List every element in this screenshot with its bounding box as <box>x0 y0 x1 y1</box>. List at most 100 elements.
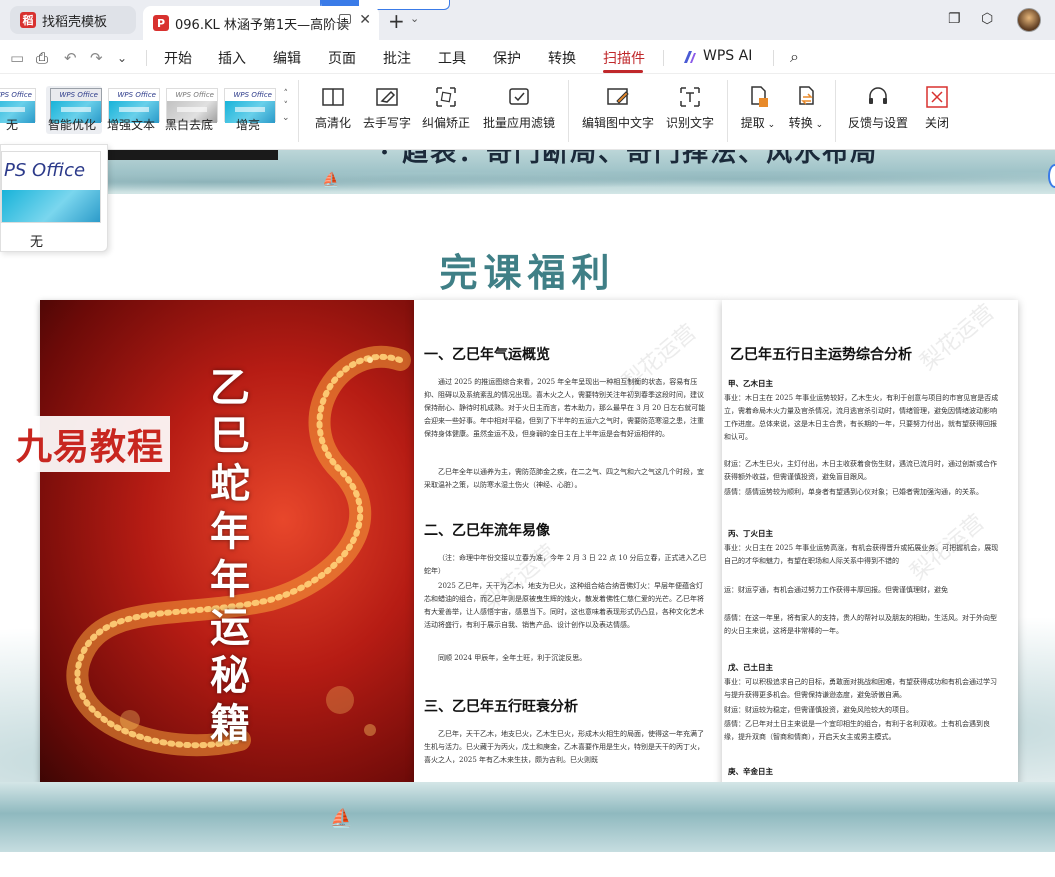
batch-filter-label: 批量应用滤镜 <box>482 116 555 130</box>
extract-icon <box>751 86 768 107</box>
document-page-3: 梨花运营 梨花运营 乙巳年五行日主运势综合分析 甲、乙木日主 事业：木日主在 2… <box>722 300 1018 788</box>
menu-start[interactable]: 开始 <box>164 48 192 68</box>
menu-convert[interactable]: 转换 <box>548 48 576 68</box>
filter-preview-label: 无 <box>30 235 44 250</box>
filter-smart-label[interactable]: 智能优化 <box>48 116 96 133</box>
ocr-icon <box>680 87 700 107</box>
redo-icon[interactable]: ↷ <box>90 49 103 67</box>
filter-brighten-label[interactable]: 增亮 <box>236 116 260 133</box>
print-icon[interactable]: ⎙ <box>36 49 48 67</box>
feedback-button[interactable]: 反馈与设置 <box>846 84 910 131</box>
close-icon <box>926 86 948 108</box>
section-title: 二、乙巳年流年易像 <box>424 523 550 539</box>
tab-bar: 稻 找稻壳模板 P 096.KL 林涵予第1天—高阶读 ✕ + ⌄ ❐ ⬡ <box>0 0 1055 40</box>
extract-button[interactable]: 提取 ⌄ <box>738 84 778 131</box>
menu-edit[interactable]: 编辑 <box>273 48 301 68</box>
wave-decoration <box>0 164 1055 194</box>
paragraph: 通过 2025 的推运图综合来看，2025 年全年呈现出一种相互制衡的状态，容易… <box>424 378 706 438</box>
page-heading: 完课福利 <box>439 250 616 295</box>
convert-icon <box>799 86 814 105</box>
document-view[interactable]: · 趋表：奇门断局、奇门择法、风水布局 ⛵ 完课福利 乙巳蛇年年运秘籍 九易教程… <box>0 150 1055 852</box>
deskew-button[interactable]: 纠偏矫正 <box>421 84 471 131</box>
section-title: 三、乙巳年五行旺衰分析 <box>424 699 578 715</box>
search-icon[interactable]: ⌕ <box>790 47 799 67</box>
save-icon[interactable]: ▭ <box>10 49 24 67</box>
undo-icon[interactable]: ↶ <box>64 49 77 67</box>
feedback-label: 反馈与设置 <box>847 116 908 130</box>
document-page-2: 梨花运营 梨花运营 一、乙巳年气运概览 通过 2025 的推运图综合来看，202… <box>414 300 722 788</box>
new-tab-icon[interactable]: + <box>388 9 405 33</box>
edit-image-text-button[interactable]: 编辑图中文字 <box>581 84 655 131</box>
filter-none-label[interactable]: 无 <box>6 116 18 133</box>
subheading: 庚、辛金日主 <box>728 767 773 776</box>
hd-button[interactable]: 高清化 <box>313 84 353 131</box>
menu-protect[interactable]: 保护 <box>493 48 521 68</box>
batch-filter-button[interactable]: 批量应用滤镜 <box>481 84 557 131</box>
pdf-icon: P <box>153 15 169 31</box>
hd-label: 高清化 <box>314 116 351 130</box>
filter-preview-image: PS Office <box>1 151 101 223</box>
paragraph: 乙巳年全年以通养为主，需防范肺金之疾，在二之气、四之气和六之气这几个时段，宜采取… <box>424 468 704 489</box>
paragraph: 事业：火日主在 2025 年事业运势高涨，有机会获得晋升或拓展业务。可把握机会，… <box>724 544 999 565</box>
chevron-down-icon[interactable]: ⌄ <box>117 51 127 65</box>
bottom-banner: ⛵ <box>0 782 1055 852</box>
filter-scroll[interactable]: ˄ ˅ ⌄ <box>282 88 290 124</box>
subheading: 丙、丁火日主 <box>728 529 773 538</box>
convert-button[interactable]: 转换 ⌄ <box>786 84 826 131</box>
close-tab-icon[interactable]: ✕ <box>359 12 371 28</box>
paragraph: 财运：财运较为稳定，但需谨慎投资，避免风险较大的项目。 <box>724 706 913 714</box>
top-banner: · 趋表：奇门断局、奇门择法、风水布局 ⛵ <box>0 150 1055 194</box>
paragraph: 感情：乙巳年对土日主来说是一个宜印相生的组合，有利于名利双收。土有机会遇到良缘，… <box>724 720 990 741</box>
menu-insert[interactable]: 插入 <box>218 48 246 68</box>
edit-image-icon <box>607 88 629 105</box>
menu-scan[interactable]: 扫描件 <box>603 48 645 68</box>
hd-icon <box>322 88 344 106</box>
batch-filter-icon <box>509 88 529 105</box>
subheading: 甲、乙木日主 <box>728 379 773 388</box>
avatar[interactable] <box>1017 8 1041 32</box>
section-title: 一、乙巳年气运概览 <box>424 347 550 363</box>
divider <box>835 80 836 142</box>
cube-icon[interactable]: ⬡ <box>981 11 997 27</box>
convert-label: 转换 <box>788 116 813 130</box>
watermark-stamp: 九易教程 <box>10 416 171 472</box>
menu-tools[interactable]: 工具 <box>438 48 466 68</box>
menu-annotate[interactable]: 批注 <box>383 48 411 68</box>
scan-ribbon: WPS Office 无 WPS Office 智能优化 WPS Office … <box>0 74 1055 150</box>
divider <box>298 80 299 142</box>
menu-page[interactable]: 页面 <box>328 48 356 68</box>
boat-icon: ⛵ <box>330 808 353 829</box>
paragraph: 财运：乙木生巳火，主灯付出，木日主收获着食伤生财，遇流已流月时，通过创新或合作获… <box>724 460 997 481</box>
remove-handwriting-button[interactable]: 去手写字 <box>362 84 412 131</box>
close-scan-button[interactable]: 关闭 <box>920 84 954 131</box>
filter-preview-popup[interactable]: PS Office 无 <box>0 144 108 252</box>
divider <box>663 50 664 66</box>
resize-handle[interactable] <box>1048 164 1055 188</box>
filter-enhance-label[interactable]: 增强文本 <box>107 116 155 133</box>
ocr-button[interactable]: 识别文字 <box>665 84 715 131</box>
remove-handwriting-label: 去手写字 <box>362 116 411 130</box>
comment-icon[interactable] <box>339 14 351 24</box>
tab-document[interactable]: P 096.KL 林涵予第1天—高阶读 ✕ <box>143 6 379 40</box>
paragraph: 同顺 2024 甲辰年，全年土旺，利于沉淀反思。 <box>438 654 587 662</box>
tab-list-dropdown-icon[interactable]: ⌄ <box>410 12 419 25</box>
subheading: 戊、己土日主 <box>728 663 773 672</box>
paragraph: 事业：可以积极追求自己的目标，勇敢面对挑战和困难，有望获得成功和有机会通过学习与… <box>724 678 997 699</box>
section-title: 乙巳年五行日主运势综合分析 <box>730 347 912 363</box>
divider <box>568 80 569 142</box>
restore-window-icon[interactable]: ❐ <box>948 11 964 27</box>
tab-template[interactable]: 稻 找稻壳模板 <box>10 6 136 34</box>
deskew-icon <box>436 87 456 107</box>
filter-bw-label[interactable]: 黑白去底 <box>165 116 213 133</box>
headset-icon <box>869 87 887 104</box>
eraser-icon <box>376 88 398 106</box>
menu-wps-ai[interactable]: WPS AI <box>703 48 752 64</box>
boat-icon: ⛵ <box>322 172 340 188</box>
paragraph: 运：财运亨通，有机会通过努力工作获得丰厚回报。但需谨慎理财，避免 <box>724 586 948 594</box>
paragraph: （注：命理中年份交接以立春为准，今年 2 月 3 日 22 点 10 分后立春，… <box>424 554 707 575</box>
ocr-label: 识别文字 <box>665 116 714 130</box>
paragraph: 事业：木日主在 2025 年事业运势较好，乙木生火，有利于创意与项目的市官见官是… <box>724 394 999 441</box>
edit-image-text-label: 编辑图中文字 <box>581 116 654 130</box>
active-tab-indicator <box>603 70 643 73</box>
cover-title: 乙巳蛇年年运秘籍 <box>210 364 250 747</box>
